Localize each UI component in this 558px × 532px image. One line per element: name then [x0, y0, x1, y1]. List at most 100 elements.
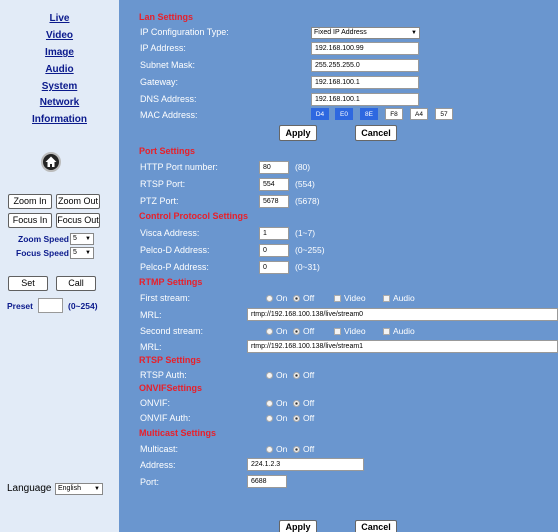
mac-byte-5[interactable]: A4 — [410, 108, 428, 120]
mac-byte-6[interactable]: 57 — [435, 108, 453, 120]
dns-address-label: DNS Address: — [140, 94, 197, 104]
home-icon[interactable] — [41, 152, 61, 172]
multicast-address-input[interactable]: 224.1.2.3 — [247, 458, 364, 471]
settings-panel: Lan Settings IP Configuration Type: Fixe… — [119, 0, 558, 532]
zoom-speed-select[interactable]: 5 ▼ — [70, 233, 94, 245]
onvif-auth-on-radio[interactable]: On — [266, 413, 287, 423]
chevron-down-icon: ▼ — [411, 30, 417, 36]
nav-image[interactable]: Image — [0, 47, 119, 58]
ip-address-label: IP Address: — [140, 43, 186, 53]
pelco-p-input[interactable]: 0 — [259, 261, 289, 274]
subnet-mask-label: Subnet Mask: — [140, 60, 196, 70]
second-stream-video-checkbox[interactable]: Video — [334, 326, 366, 336]
visca-address-label: Visca Address: — [140, 228, 200, 238]
focus-out-button[interactable]: Focus Out — [56, 213, 100, 228]
onvif-off-radio[interactable]: Off — [293, 398, 314, 408]
first-mrl-input[interactable]: rtmp://192.168.100.138/live/stream0 — [247, 308, 558, 321]
lan-settings-title: Lan Settings — [139, 12, 194, 22]
ip-address-input[interactable]: 192.168.100.99 — [311, 42, 419, 55]
language-label: Language — [7, 483, 52, 494]
first-stream-off-radio[interactable]: Off — [293, 293, 314, 303]
second-mrl-label: MRL: — [140, 342, 162, 352]
second-stream-on-radio[interactable]: On — [266, 326, 287, 336]
first-stream-video-checkbox[interactable]: Video — [334, 293, 366, 303]
http-port-input[interactable]: 80 — [259, 161, 289, 174]
http-port-hint: (80) — [295, 162, 311, 172]
ip-type-select[interactable]: Fixed IP Address ▼ — [311, 27, 420, 39]
ptz-port-hint: (5678) — [295, 196, 320, 206]
mac-byte-3[interactable]: 8E — [360, 108, 378, 120]
gateway-label: Gateway: — [140, 77, 179, 87]
chevron-down-icon: ▼ — [85, 236, 91, 242]
rtmp-settings-title: RTMP Settings — [139, 277, 203, 287]
multicast-address-label: Address: — [140, 460, 176, 470]
dns-address-input[interactable]: 192.168.100.1 — [311, 93, 419, 106]
subnet-mask-input[interactable]: 255.255.255.0 — [311, 59, 419, 72]
language-select[interactable]: English ▼ — [55, 483, 103, 495]
rtsp-auth-off-radio[interactable]: Off — [293, 370, 314, 380]
onvif-settings-title: ONVIFSettings — [139, 383, 203, 393]
rtsp-settings-title: RTSP Settings — [139, 355, 201, 365]
pelco-p-label: Pelco-P Address: — [140, 262, 209, 272]
multicast-on-radio[interactable]: On — [266, 444, 287, 454]
apply-button-top[interactable]: Apply — [279, 125, 317, 141]
first-stream-label: First stream: — [140, 293, 191, 303]
nav-network[interactable]: Network — [0, 97, 119, 108]
second-stream-off-radio[interactable]: Off — [293, 326, 314, 336]
preset-input[interactable] — [38, 298, 63, 313]
onvif-auth-label: ONVIF Auth: — [140, 413, 191, 423]
pelco-d-input[interactable]: 0 — [259, 244, 289, 257]
first-stream-audio-checkbox[interactable]: Audio — [383, 293, 415, 303]
rtsp-port-label: RTSP Port: — [140, 179, 186, 189]
visca-address-hint: (1~7) — [295, 228, 316, 238]
nav-system[interactable]: System — [0, 81, 119, 92]
rtsp-port-hint: (554) — [295, 179, 315, 189]
cancel-button-bottom[interactable]: Cancel — [355, 520, 397, 532]
multicast-off-radio[interactable]: Off — [293, 444, 314, 454]
port-settings-title: Port Settings — [139, 146, 196, 156]
focus-speed-label: Focus Speed — [16, 248, 69, 258]
nav-information[interactable]: Information — [0, 114, 119, 125]
rtsp-auth-label: RTSP Auth: — [140, 370, 187, 380]
visca-address-input[interactable]: 1 — [259, 227, 289, 240]
sidebar: Live Video Image Audio System Network In… — [0, 0, 119, 532]
second-mrl-input[interactable]: rtmp://192.168.100.138/live/stream1 — [247, 340, 558, 353]
nav-live[interactable]: Live — [0, 13, 119, 24]
focus-in-button[interactable]: Focus In — [8, 213, 52, 228]
http-port-label: HTTP Port number: — [140, 162, 218, 172]
onvif-auth-off-radio[interactable]: Off — [293, 413, 314, 423]
mac-address-label: MAC Address: — [140, 110, 198, 120]
onvif-on-radio[interactable]: On — [266, 398, 287, 408]
nav-video[interactable]: Video — [0, 30, 119, 41]
mac-byte-4[interactable]: F8 — [385, 108, 403, 120]
multicast-port-label: Port: — [140, 477, 160, 487]
control-protocol-title: Control Protocol Settings — [139, 211, 248, 221]
zoom-speed-label: Zoom Speed — [18, 234, 70, 244]
pelco-d-hint: (0~255) — [295, 245, 325, 255]
first-stream-on-radio[interactable]: On — [266, 293, 287, 303]
onvif-label: ONVIF: — [140, 398, 171, 408]
second-stream-audio-checkbox[interactable]: Audio — [383, 326, 415, 336]
multicast-port-input[interactable]: 6688 — [247, 475, 287, 488]
preset-range: (0~254) — [68, 301, 98, 311]
preset-label: Preset — [7, 301, 33, 311]
first-mrl-label: MRL: — [140, 310, 162, 320]
mac-byte-2[interactable]: E0 — [335, 108, 353, 120]
rtsp-auth-on-radio[interactable]: On — [266, 370, 287, 380]
ip-type-label: IP Configuration Type: — [140, 27, 229, 37]
set-button[interactable]: Set — [8, 276, 48, 291]
focus-speed-select[interactable]: 5 ▼ — [70, 247, 94, 259]
second-stream-label: Second stream: — [140, 326, 204, 336]
pelco-p-hint: (0~31) — [295, 262, 320, 272]
mac-byte-1[interactable]: D4 — [311, 108, 329, 120]
multicast-settings-title: Multicast Settings — [139, 428, 217, 438]
nav-audio[interactable]: Audio — [0, 64, 119, 75]
cancel-button-top[interactable]: Cancel — [355, 125, 397, 141]
zoom-in-button[interactable]: Zoom In — [8, 194, 52, 209]
ptz-port-input[interactable]: 5678 — [259, 195, 289, 208]
call-button[interactable]: Call — [56, 276, 96, 291]
rtsp-port-input[interactable]: 554 — [259, 178, 289, 191]
zoom-out-button[interactable]: Zoom Out — [56, 194, 100, 209]
apply-button-bottom[interactable]: Apply — [279, 520, 317, 532]
gateway-input[interactable]: 192.168.100.1 — [311, 76, 419, 89]
